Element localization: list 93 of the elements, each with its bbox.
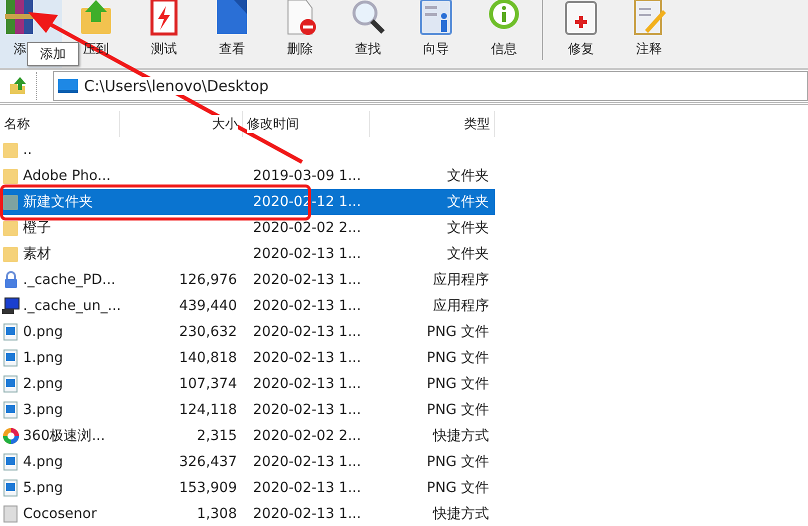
file-size: 326,437	[179, 454, 237, 470]
toolbar-button[interactable]: 注释	[615, 0, 683, 68]
modified-date: 2020-02-13 1...	[253, 376, 362, 392]
file-row[interactable]: 360极速浏... 2,315 2020-02-02 2... 快捷方式	[0, 423, 495, 449]
file-size: 2,315	[196, 428, 237, 444]
toolbar-button[interactable]: 删除	[266, 0, 334, 68]
modified-date: 2020-02-13 1...	[253, 298, 362, 314]
column-header[interactable]: 名称	[0, 111, 120, 137]
lock-icon	[2, 271, 20, 289]
file-size: 126,976	[179, 272, 237, 288]
toolbar-button[interactable]: 测试	[130, 0, 198, 68]
file-size: 124,118	[179, 402, 237, 418]
modified-date: 2020-02-02 2...	[253, 428, 362, 444]
column-header[interactable]: 修改时间	[243, 111, 370, 137]
file-name: 素材	[23, 245, 51, 263]
modified-date: 2020-02-13 1...	[253, 480, 362, 496]
file-type: PNG 文件	[426, 453, 489, 471]
file-row[interactable]: 1.png 140,818 2020-02-13 1... PNG 文件	[0, 345, 495, 371]
file-size: 153,909	[179, 480, 237, 496]
file-row[interactable]: 4.png 326,437 2020-02-13 1... PNG 文件	[0, 449, 495, 475]
file-type: 应用程序	[433, 297, 489, 315]
folder-icon	[2, 193, 20, 211]
wizard-icon	[418, 0, 454, 36]
file-size: 107,374	[179, 376, 237, 392]
modified-date: 2020-02-13 1...	[253, 324, 362, 340]
toolbar-button[interactable]: 修复	[547, 0, 615, 68]
column-header[interactable]: 大小	[120, 111, 243, 137]
file-name: ._cache_un_...	[23, 298, 122, 314]
file-name: 新建文件夹	[23, 193, 93, 211]
file-row[interactable]: 2.png 107,374 2020-02-13 1... PNG 文件	[0, 371, 495, 397]
folder-arrow-icon	[78, 0, 114, 36]
file-row[interactable]: 5.png 153,909 2020-02-13 1... PNG 文件	[0, 475, 495, 501]
folder-icon	[2, 167, 20, 185]
file-type: PNG 文件	[426, 375, 489, 393]
modified-date: 2020-02-13 1...	[253, 350, 362, 366]
file-name: 360极速浏...	[23, 427, 106, 445]
file-name: Adobe Pho...	[23, 168, 111, 184]
file-row[interactable]: ._cache_PD... 126,976 2020-02-13 1... 应用程序	[0, 267, 495, 293]
file-type: PNG 文件	[426, 349, 489, 367]
modified-date: 2020-02-13 1...	[253, 402, 362, 418]
file-row[interactable]: 0.png 230,632 2020-02-13 1... PNG 文件	[0, 319, 495, 345]
tooltip: 添加	[27, 42, 79, 66]
toolbar-button[interactable]: 查看	[198, 0, 266, 68]
file-row[interactable]: Cocosenor 1,308 2020-02-13 1... 快捷方式	[0, 501, 495, 526]
column-header[interactable]: 类型	[370, 111, 495, 137]
file-name: 0.png	[23, 324, 64, 340]
computer-icon	[2, 297, 20, 315]
file-type: PNG 文件	[426, 323, 489, 341]
shortcut-icon	[2, 505, 20, 523]
toolbar-button[interactable]: 向导	[402, 0, 470, 68]
file-type: 文件夹	[447, 167, 489, 185]
file-type: 快捷方式	[433, 427, 489, 445]
file-row[interactable]: ._cache_un_... 439,440 2020-02-13 1... 应用程序	[0, 293, 495, 319]
file-type: 文件夹	[447, 219, 489, 237]
modified-date: 2020-02-02 2...	[253, 220, 362, 236]
file-size: 140,818	[179, 350, 237, 366]
page-icon	[214, 0, 250, 36]
file-name: 橙子	[23, 219, 51, 237]
folder-up-icon	[8, 76, 28, 96]
folder-icon	[2, 219, 20, 237]
file-row[interactable]: 橙子 2020-02-02 2... 文件夹	[0, 215, 495, 241]
file-type: PNG 文件	[426, 401, 489, 419]
file-name: 1.png	[23, 350, 64, 366]
folder-icon	[2, 141, 20, 159]
file-type: 应用程序	[433, 271, 489, 289]
file-row[interactable]: 3.png 124,118 2020-02-13 1... PNG 文件	[0, 397, 495, 423]
file-name: ._cache_PD...	[23, 272, 116, 288]
file-size: 230,632	[179, 324, 237, 340]
address-field[interactable]: C:\Users\lenovo\Desktop	[53, 71, 808, 101]
modified-date: 2020-02-13 1...	[253, 246, 362, 262]
file-name: ..	[23, 142, 32, 158]
modified-date: 2020-02-13 1...	[253, 506, 362, 522]
modified-date: 2020-02-13 1...	[253, 454, 362, 470]
desktop-icon	[58, 78, 78, 94]
file-type: 文件夹	[447, 193, 489, 211]
file-type: 文件夹	[447, 245, 489, 263]
file-type: PNG 文件	[426, 479, 489, 497]
file-name: 2.png	[23, 376, 64, 392]
file-name: 5.png	[23, 480, 64, 496]
file-row[interactable]: ..	[0, 137, 495, 163]
file-size: 439,440	[179, 298, 237, 314]
file-name: Cocosenor	[23, 506, 97, 522]
file-size: 1,308	[196, 506, 237, 522]
modified-date: 2020-02-13 1...	[253, 272, 362, 288]
file-name: 3.png	[23, 402, 64, 418]
file-row[interactable]: Adobe Pho... 2019-03-09 1... 文件夹	[0, 163, 495, 189]
file-type: 快捷方式	[433, 505, 489, 523]
file-name: 4.png	[23, 454, 64, 470]
modified-date: 2019-03-09 1...	[253, 168, 362, 184]
toolbar-button[interactable]: 信息	[470, 0, 538, 68]
folder-icon	[2, 245, 20, 263]
file-row[interactable]: 素材 2020-02-13 1... 文件夹	[0, 241, 495, 267]
toolbar-button[interactable]: 查找	[334, 0, 402, 68]
